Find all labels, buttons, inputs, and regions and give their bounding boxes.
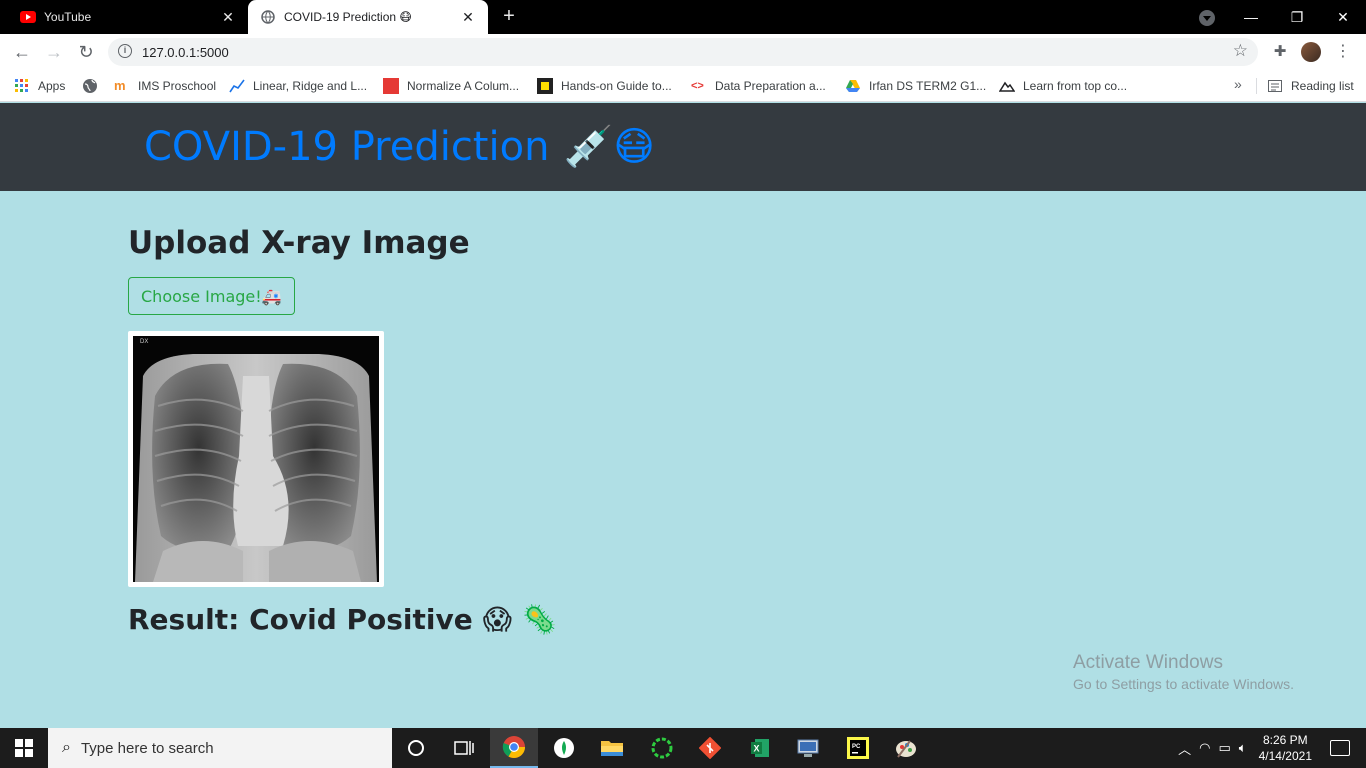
search-placeholder: Type here to search xyxy=(80,739,214,757)
bookmark-normalize[interactable]: Normalize A Colum... xyxy=(383,76,519,96)
globe-icon xyxy=(83,79,97,93)
search-icon: ⌕ xyxy=(62,739,71,756)
bookmark-linear-ridge[interactable]: Linear, Ridge and L... xyxy=(229,76,367,96)
tab-covid-prediction[interactable]: COVID-19 Prediction 😷 ✕ xyxy=(248,0,488,34)
file-explorer-icon[interactable] xyxy=(588,728,636,768)
bookmark-apps[interactable]: Apps xyxy=(14,76,65,96)
svg-text:PC: PC xyxy=(852,744,861,750)
bookmark-hands-on-guide[interactable]: Hands-on Guide to... xyxy=(537,76,672,96)
close-icon[interactable]: ✕ xyxy=(460,9,476,25)
minimize-icon[interactable]: — xyxy=(1228,9,1274,25)
window-controls: — ❐ ✕ xyxy=(1228,0,1366,34)
choose-image-button[interactable]: Choose Image! 🚑 xyxy=(128,277,295,315)
page-brand[interactable]: COVID-19 Prediction 💉😷 xyxy=(144,123,655,171)
tab-title: YouTube xyxy=(44,10,92,24)
yellow-square-icon xyxy=(537,78,553,94)
more-bookmarks-icon[interactable]: » xyxy=(1234,76,1242,92)
prediction-result: Result: Covid Positive 😱 🦠 xyxy=(128,603,557,636)
time: 8:26 PM xyxy=(1262,733,1308,747)
bookmarks-bar: Apps m IMS Proschool Linear, Ridge and L… xyxy=(0,70,1366,102)
new-tab-icon[interactable]: + xyxy=(498,6,520,28)
code-icon: <> xyxy=(691,80,704,92)
activate-windows-watermark: Activate Windows Go to Settings to activ… xyxy=(1073,652,1294,692)
bookmark-ims-proschool[interactable]: m IMS Proschool xyxy=(114,76,216,96)
browser-toolbar: ← → ↻ i 127.0.0.1:5000 ☆ ✚ ⋮ xyxy=(0,34,1366,70)
back-icon[interactable]: ← xyxy=(10,40,34,64)
tab-search-icon[interactable] xyxy=(1199,10,1215,26)
svg-text:X: X xyxy=(754,744,760,754)
reading-list[interactable]: Reading list xyxy=(1267,76,1354,96)
xray-image: DX xyxy=(133,336,379,582)
globe-icon xyxy=(260,9,276,25)
bookmark-globe[interactable] xyxy=(82,76,106,96)
star-icon[interactable]: ☆ xyxy=(1233,41,1248,61)
tab-title: COVID-19 Prediction 😷 xyxy=(284,10,412,24)
address-bar[interactable]: i 127.0.0.1:5000 ☆ xyxy=(108,38,1258,66)
divider xyxy=(1256,78,1257,94)
xray-image-frame: DX xyxy=(128,331,384,587)
chrome-icon[interactable] xyxy=(490,728,538,768)
extensions-icon[interactable]: ✚ xyxy=(1270,42,1290,62)
avatar[interactable] xyxy=(1301,42,1321,62)
main-content: Upload X-ray Image Choose Image! 🚑 DX Re… xyxy=(0,191,1366,728)
date: 4/14/2021 xyxy=(1258,749,1312,763)
menu-icon[interactable]: ⋮ xyxy=(1333,42,1353,62)
ims-icon: m xyxy=(114,78,126,93)
cortana-icon[interactable] xyxy=(392,728,440,768)
git-icon[interactable] xyxy=(686,728,734,768)
system-tray: ︿ ◠ ▭ 🔈︎ 8:26 PM 4/14/2021 xyxy=(1174,728,1366,768)
restore-icon[interactable]: ❐ xyxy=(1274,9,1320,26)
watermark-subtitle: Go to Settings to activate Windows. xyxy=(1073,676,1294,692)
tab-youtube[interactable]: YouTube ✕ xyxy=(8,0,248,34)
chevron-up-icon[interactable]: ︿ xyxy=(1178,739,1191,758)
tab-strip: YouTube ✕ COVID-19 Prediction 😷 ✕ + — ❐ … xyxy=(0,0,1366,34)
notification-icon[interactable] xyxy=(1330,740,1350,756)
taskbar-search[interactable]: ⌕ Type here to search xyxy=(48,728,392,768)
mongodb-icon[interactable] xyxy=(540,728,588,768)
battery-icon[interactable]: ▭ xyxy=(1219,740,1231,756)
page-navbar: COVID-19 Prediction 💉😷 xyxy=(0,103,1366,191)
reading-list-icon xyxy=(1268,80,1282,92)
mountain-icon xyxy=(999,81,1015,92)
remote-desktop-icon[interactable] xyxy=(784,728,832,768)
youtube-icon xyxy=(20,9,36,25)
volume-icon[interactable]: 🔈︎ xyxy=(1239,740,1247,756)
close-window-icon[interactable]: ✕ xyxy=(1320,9,1366,26)
bookmark-learn-from-top[interactable]: Learn from top co... xyxy=(999,76,1127,96)
chart-line-icon xyxy=(229,79,245,93)
watermark-title: Activate Windows xyxy=(1073,652,1223,673)
xray-marker: DX xyxy=(140,339,149,345)
wifi-icon[interactable]: ◠ xyxy=(1199,740,1210,756)
forward-icon[interactable]: → xyxy=(42,40,66,64)
info-icon[interactable]: i xyxy=(118,44,132,58)
drive-icon xyxy=(846,80,860,92)
close-icon[interactable]: ✕ xyxy=(220,9,236,25)
brand-emoji: 💉😷 xyxy=(563,124,655,170)
bookmark-irfan-ds[interactable]: Irfan DS TERM2 G1... xyxy=(845,76,986,96)
pycharm-icon[interactable]: PC xyxy=(834,728,882,768)
reload-icon[interactable]: ↻ xyxy=(74,40,98,64)
apps-grid-icon xyxy=(15,79,28,92)
red-square-icon xyxy=(383,78,399,94)
excel-icon[interactable]: X xyxy=(736,728,784,768)
scream-emoji: 😱 xyxy=(482,603,512,636)
ambulance-icon: 🚑 xyxy=(261,286,282,306)
url-text[interactable]: 127.0.0.1:5000 xyxy=(142,45,229,60)
windows-taskbar: ⌕ Type here to search X PC ︿ ◠ ▭ 🔈︎ 8:26… xyxy=(0,728,1366,768)
windows-start-icon[interactable] xyxy=(0,728,48,768)
refresh-app-icon[interactable] xyxy=(638,728,686,768)
result-text: Result: Covid Positive xyxy=(128,603,473,636)
paint-icon[interactable] xyxy=(882,728,930,768)
microbe-emoji: 🦠 xyxy=(521,603,557,636)
brand-title: COVID-19 Prediction xyxy=(144,123,550,170)
bookmark-data-preparation[interactable]: <> Data Preparation a... xyxy=(691,76,826,96)
clock[interactable]: 8:26 PM 4/14/2021 xyxy=(1259,732,1312,764)
task-view-icon[interactable] xyxy=(440,728,488,768)
upload-title: Upload X-ray Image xyxy=(128,225,470,261)
